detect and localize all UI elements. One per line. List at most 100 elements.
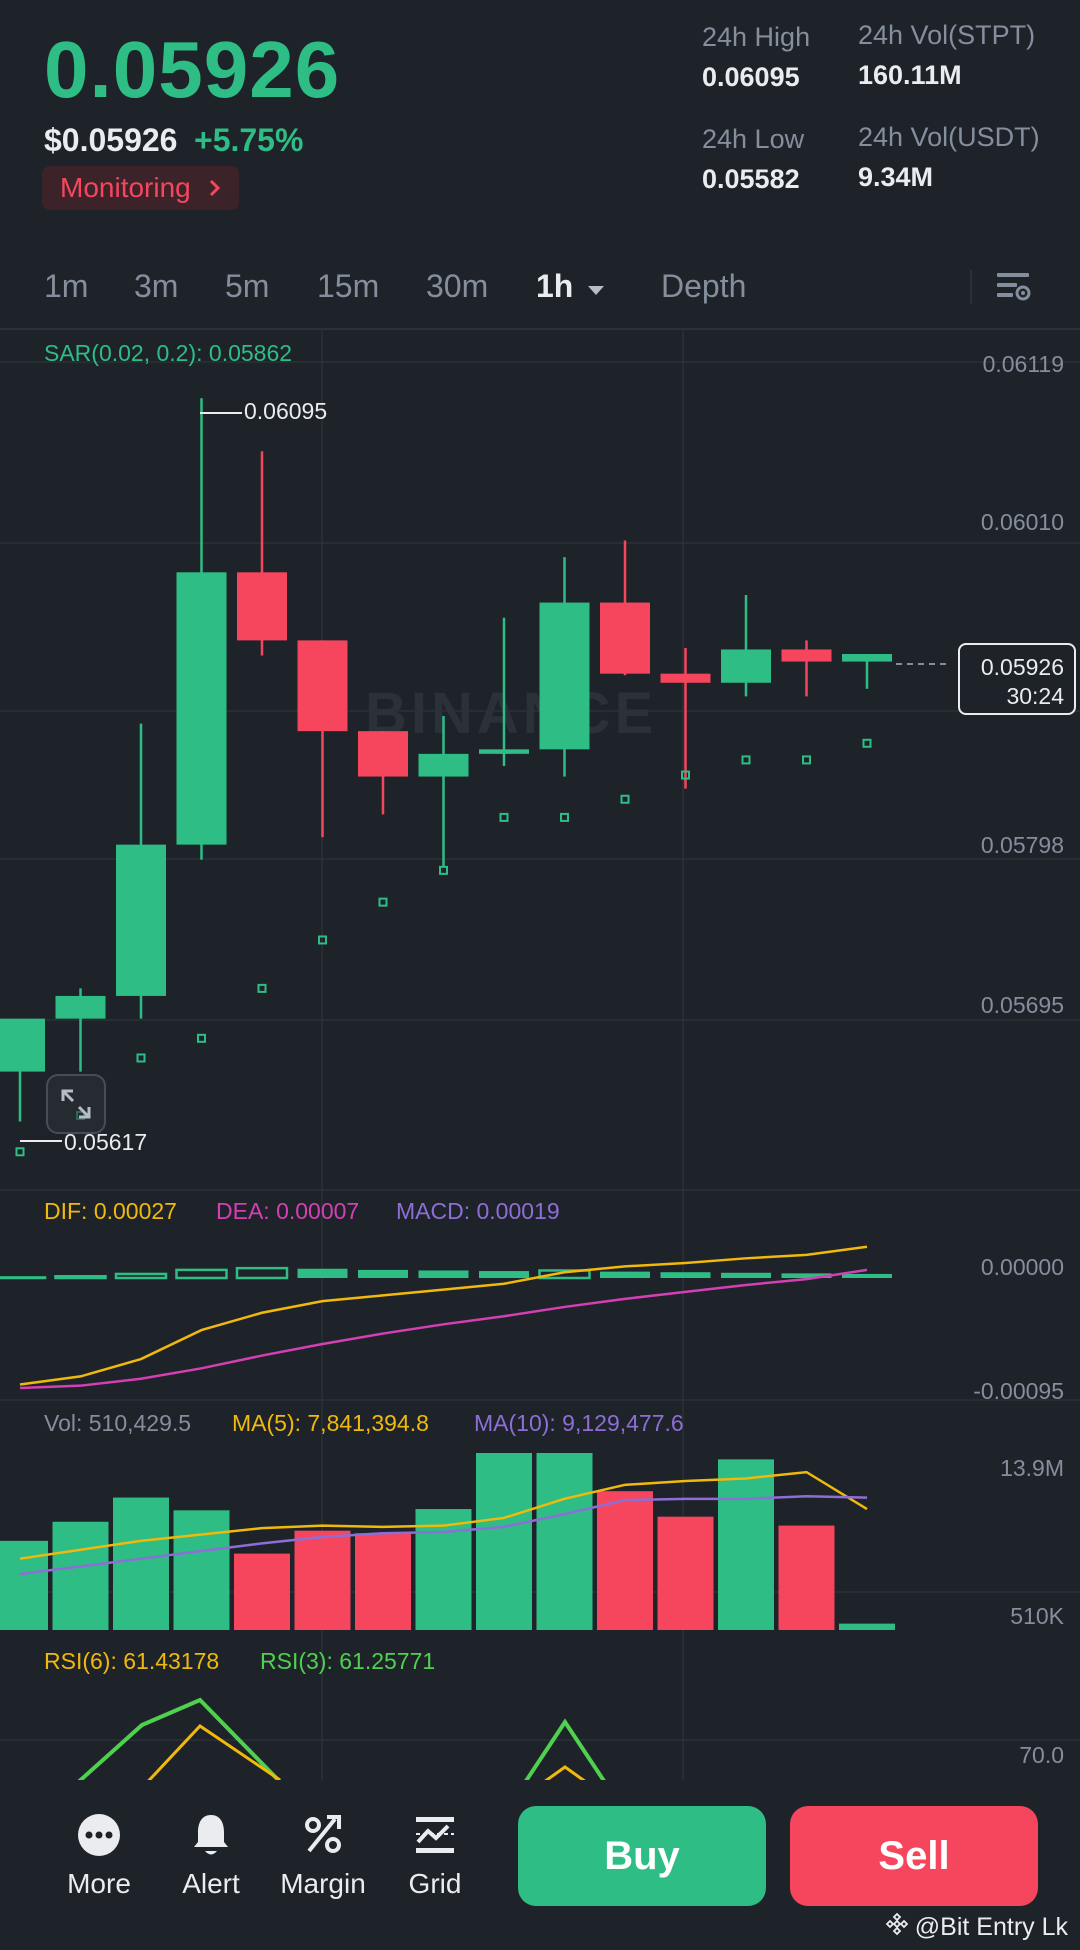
macd-histogram-bar — [114, 1272, 168, 1280]
macd-axis-tick: -0.00095 — [973, 1378, 1064, 1404]
tab-30m[interactable]: 30m — [426, 268, 488, 305]
alert-button[interactable]: Alert — [161, 1810, 261, 1900]
volume-bar — [778, 1525, 835, 1630]
volume-bar — [536, 1453, 593, 1630]
sar-point — [378, 897, 388, 907]
candle-body — [0, 1018, 45, 1072]
tab-depth[interactable]: Depth — [661, 268, 746, 305]
volume-bar — [476, 1453, 532, 1630]
expand-icon[interactable] — [46, 1074, 106, 1134]
24h-vol-base-label: 24h Vol(STPT) — [858, 20, 1036, 50]
volume-bar — [0, 1540, 48, 1630]
volume-bar — [234, 1553, 290, 1630]
macd-histogram-bar — [479, 1271, 529, 1278]
rsi3-line — [524, 1718, 606, 1780]
candle-body — [176, 572, 227, 845]
current-price-line — [896, 663, 946, 665]
volume-bar — [839, 1623, 895, 1630]
volume-axis-tick: 510K — [1010, 1603, 1064, 1629]
candle-body — [539, 602, 590, 750]
macd-histogram-bar — [842, 1273, 892, 1278]
macd-histogram-bar — [297, 1268, 348, 1278]
macd-histogram-bar — [54, 1275, 107, 1280]
chart-settings-icon[interactable] — [995, 268, 1031, 309]
candle-body — [781, 649, 832, 662]
24h-vol-quote-value: 9.34M — [858, 162, 934, 192]
sell-button[interactable]: Sell — [790, 1806, 1038, 1906]
tab-1h[interactable]: 1h — [536, 268, 605, 305]
more-icon — [49, 1810, 149, 1860]
margin-button[interactable]: Margin — [273, 1810, 373, 1900]
grid-trading-icon — [385, 1810, 485, 1860]
candle-body — [55, 995, 106, 1019]
candlestick-chart[interactable]: BINANCE — [0, 330, 1080, 1780]
tab-5m[interactable]: 5m — [225, 268, 269, 305]
candle-body — [721, 649, 771, 683]
macd-histogram-bar — [660, 1272, 711, 1278]
ma10-label: MA(10): 9,129,477.6 — [474, 1410, 684, 1436]
tab-15m[interactable]: 15m — [317, 268, 379, 305]
24h-low-label: 24h Low — [702, 124, 805, 154]
macd-histogram-bar — [235, 1266, 289, 1280]
macd-histogram-bar — [600, 1271, 650, 1278]
sar-point — [862, 738, 872, 748]
macd-axis-tick: 0.00000 — [980, 1254, 1064, 1280]
candles-layer — [0, 398, 892, 1122]
monitoring-tag[interactable]: Monitoring — [42, 166, 239, 210]
high-marker-line — [200, 412, 242, 414]
price-axis-tick: 0.06010 — [980, 509, 1064, 535]
alert-label: Alert — [182, 1868, 240, 1899]
ma5-label: MA(5): 7,841,394.8 — [232, 1410, 429, 1436]
candle-body — [358, 731, 408, 777]
tab-1m[interactable]: 1m — [44, 268, 88, 305]
credit-text: @Bit Entry Lk — [914, 1913, 1068, 1941]
sar-label: SAR(0.02, 0.2): 0.05862 — [44, 340, 293, 366]
dea-label: DEA: 0.00007 — [216, 1198, 360, 1224]
macd-histogram-bar — [358, 1269, 408, 1278]
dea-line — [19, 1268, 868, 1390]
price-axis-tick: 0.05695 — [980, 992, 1064, 1018]
candle-body — [842, 654, 892, 662]
volume-bar — [113, 1497, 169, 1630]
credit-watermark: @Bit Entry Lk — [885, 1912, 1068, 1943]
macd-histogram-bar — [721, 1272, 771, 1278]
candle-body — [237, 572, 287, 641]
24h-low-value: 0.05582 — [702, 164, 800, 194]
24h-high-label: 24h High — [702, 22, 811, 52]
volume-bar — [294, 1530, 351, 1630]
24h-vol-base-value: 160.11M — [858, 60, 962, 90]
usd-price: $0.05926 — [44, 122, 178, 158]
dif-line — [19, 1245, 868, 1386]
more-label: More — [67, 1868, 131, 1899]
24h-vol-quote-label: 24h Vol(USDT) — [858, 122, 1040, 152]
rsi3-label: RSI(3): 61.25771 — [260, 1648, 436, 1674]
buy-button[interactable]: Buy — [518, 1806, 766, 1906]
more-button[interactable]: More — [49, 1810, 149, 1900]
volume-layer — [0, 1453, 895, 1630]
binance-logo-icon — [885, 1912, 909, 1943]
sar-point — [15, 1147, 25, 1157]
volume-label: Vol: 510,429.5 — [44, 1410, 192, 1436]
tab-3m[interactable]: 3m — [134, 268, 178, 305]
macd-histogram-bar — [0, 1276, 47, 1280]
sar-point — [136, 1053, 146, 1063]
24h-high-value: 0.06095 — [702, 62, 800, 92]
candle-countdown: 30:24 — [1006, 683, 1064, 709]
last-price: 0.05926 — [44, 25, 341, 114]
candle-body — [479, 749, 529, 754]
sar-point — [802, 755, 811, 765]
volume-bar — [657, 1516, 714, 1630]
candle-body — [297, 640, 348, 732]
sar-point — [499, 812, 509, 822]
current-price-tag[interactable]: 0.05926 30:24 — [958, 643, 1076, 715]
macd-layer — [0, 1245, 892, 1390]
price-change-percent: +5.75% — [194, 122, 304, 158]
price-axis-tick: 0.06119 — [982, 351, 1064, 377]
candle-body — [600, 602, 650, 674]
macd-label: MACD: 0.00019 — [396, 1198, 560, 1224]
current-price-value: 0.05926 — [980, 654, 1064, 680]
candle-body — [660, 673, 711, 683]
caret-down-icon — [587, 268, 605, 305]
grid-button[interactable]: Grid — [385, 1810, 485, 1900]
low-marker-line — [20, 1140, 62, 1142]
